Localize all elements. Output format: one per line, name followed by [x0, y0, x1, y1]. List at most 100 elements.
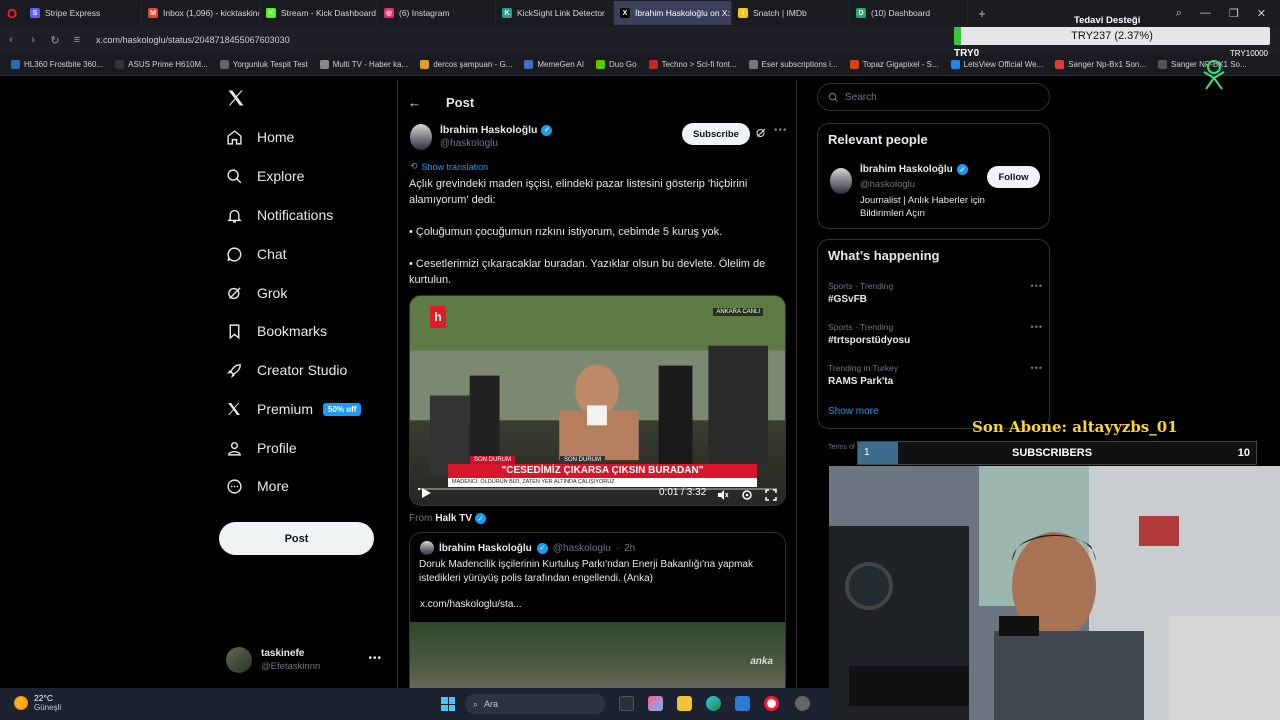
- video-player[interactable]: h ANKARA CANLI SON DURUM SON DURUM "CESE…: [409, 295, 786, 506]
- play-icon[interactable]: [420, 487, 432, 499]
- source-name[interactable]: Halk TV: [435, 513, 472, 524]
- back-icon[interactable]: ‹: [0, 34, 22, 46]
- bookmark-item[interactable]: Yorgunluk Tespit Test: [215, 60, 313, 69]
- bookmark-item[interactable]: Multi TV - Haber ka...: [315, 60, 413, 69]
- nav-more[interactable]: More: [218, 468, 289, 504]
- avatar[interactable]: [830, 168, 852, 194]
- video-source: From Halk TV ✓: [409, 513, 487, 524]
- more-dots-icon[interactable]: •••: [1031, 322, 1043, 332]
- search-box: [817, 83, 1050, 111]
- browser-tab[interactable]: K Stream - Kick Dashboard: [260, 1, 378, 25]
- trend-item[interactable]: Sports · Trending #GSvFB •••: [828, 281, 1043, 305]
- bookmark-item[interactable]: Techno > Sci-fi font...: [644, 60, 742, 69]
- tab-favicon-icon: K: [266, 8, 276, 18]
- nav-chat[interactable]: Chat: [218, 236, 287, 272]
- bookmark-item[interactable]: LetsView Official We...: [946, 60, 1049, 69]
- browser-tab[interactable]: D (10) Dashboard: [850, 1, 968, 25]
- x-logo-icon[interactable]: [226, 88, 246, 108]
- bookmark-item[interactable]: ASUS Prime H610M...: [110, 60, 213, 69]
- quote-link[interactable]: x.com/haskologlu/sta...: [420, 599, 522, 610]
- post-button[interactable]: Post: [219, 522, 374, 555]
- more-dots-icon[interactable]: •••: [368, 653, 382, 664]
- browser-tab[interactable]: M Inbox (1,096) - kicktaskinc: [142, 1, 260, 25]
- bookmark-item[interactable]: Topaz Gigapixel - S...: [845, 60, 944, 69]
- forward-icon[interactable]: ›: [22, 34, 44, 46]
- show-translation-label: Show translation: [421, 161, 489, 172]
- nav-profile[interactable]: Profile: [218, 430, 297, 466]
- file-explorer-icon[interactable]: [677, 696, 692, 711]
- bookmark-favicon-icon: [420, 60, 430, 69]
- person-name[interactable]: İbrahim Haskoloğlu: [860, 164, 953, 175]
- subscribe-button[interactable]: Subscribe: [682, 123, 750, 145]
- bookmark-favicon-icon: [748, 60, 758, 69]
- bookmark-item[interactable]: Eser subscriptions i...: [744, 60, 843, 69]
- video-tag: SON DURUM: [560, 456, 605, 464]
- site-info-icon[interactable]: ≡: [66, 34, 88, 46]
- account-switcher[interactable]: taskinefe @Efetaskinnn •••: [226, 640, 386, 680]
- task-view-icon[interactable]: [619, 696, 634, 711]
- bookmark-favicon-icon: [219, 60, 229, 69]
- post-paragraph: • Çoluğumun çocuğumun rızkını istiyorum,…: [409, 226, 723, 238]
- browser-tab[interactable]: ◎ (6) Instagram: [378, 1, 496, 25]
- video-headline: "CESEDİMİZ ÇIKARSA ÇIKSIN BURADAN": [448, 464, 757, 478]
- bookmark-item[interactable]: Sanger Np-Bx1 Son...: [1050, 60, 1151, 69]
- nav-bookmarks[interactable]: Bookmarks: [218, 313, 327, 349]
- browser-tab[interactable]: X İbrahim Haskoloğlu on X:: [614, 1, 732, 25]
- trend-meta: Sports · Trending: [828, 322, 894, 332]
- follow-button[interactable]: Follow: [987, 166, 1040, 188]
- nav-home[interactable]: Home: [218, 119, 294, 155]
- opera-logo-icon[interactable]: O: [0, 0, 24, 26]
- bookmark-item[interactable]: Duo Go: [591, 60, 642, 69]
- whats-happening-panel: What’s happening Sports · Trending #GSvF…: [817, 239, 1050, 429]
- webcam-image: [829, 466, 1280, 720]
- trend-name: #trtsporstüdyosu: [828, 335, 911, 346]
- opera-icon[interactable]: [764, 696, 779, 711]
- taskbar-search[interactable]: ⌕ Ara: [465, 694, 605, 714]
- x-icon: [218, 397, 252, 421]
- quote-media[interactable]: anka: [410, 622, 785, 692]
- quoted-post[interactable]: İbrahim Haskoloğlu ✓ @haskologlu · 2h Do…: [409, 532, 786, 692]
- more-dots-icon[interactable]: •••: [1031, 363, 1043, 373]
- show-translation-link[interactable]: ⟲ Show translation: [410, 161, 488, 172]
- weather-widget[interactable]: 22°C Güneşli: [14, 693, 61, 712]
- bookmark-item[interactable]: HL360 Frostbite 360...: [6, 60, 108, 69]
- video-lower-third: SON DURUM SON DURUM "CESEDİMİZ ÇIKARSA Ç…: [430, 456, 757, 487]
- back-arrow-icon[interactable]: ←: [408, 95, 432, 110]
- more-dots-icon[interactable]: •••: [1031, 281, 1043, 291]
- grok-explain-icon[interactable]: [755, 127, 767, 139]
- trend-item[interactable]: Trending in Turkey RAMS Park'ta •••: [828, 363, 1043, 387]
- nav-notifications[interactable]: Notifications: [218, 197, 333, 233]
- bookmark-item[interactable]: dercos şampuan - G...: [415, 60, 517, 69]
- app-icon[interactable]: [795, 696, 810, 711]
- show-more-link[interactable]: Show more: [828, 406, 879, 417]
- author-avatar[interactable]: [410, 124, 432, 150]
- trend-item[interactable]: Sports · Trending #trtsporstüdyosu •••: [828, 322, 1043, 346]
- author-name[interactable]: İbrahim Haskoloğlu: [440, 124, 537, 136]
- fullscreen-icon[interactable]: [765, 488, 777, 501]
- nav-premium[interactable]: Premium 50% off: [218, 391, 362, 427]
- windows-start-icon[interactable]: [441, 697, 455, 711]
- trend-meta: Sports · Trending: [828, 281, 894, 291]
- browser-tab[interactable]: K KickSight Link Detector: [496, 1, 614, 25]
- video-live-tag: ANKARA CANLI: [713, 308, 763, 316]
- more-dots-icon[interactable]: •••: [774, 125, 788, 136]
- mute-icon[interactable]: [717, 488, 729, 500]
- verified-badge-icon: ✓: [475, 513, 487, 524]
- bookmark-label: Duo Go: [609, 60, 637, 69]
- account-handle: @Efetaskinnn: [261, 661, 321, 672]
- nav-explore[interactable]: Explore: [218, 158, 304, 194]
- search-input[interactable]: [845, 91, 1035, 103]
- browser-tab[interactable]: S Stripe Express: [24, 1, 142, 25]
- author-handle[interactable]: @haskologlu: [440, 138, 498, 149]
- nav-creator-studio[interactable]: Creator Studio: [218, 352, 347, 388]
- bookmark-item[interactable]: MemeGen AI: [519, 60, 589, 69]
- settings-gear-icon[interactable]: [741, 488, 753, 500]
- browser-tab[interactable]: i Snatch | IMDb: [732, 1, 850, 25]
- reload-icon[interactable]: ↻: [44, 34, 66, 47]
- edge-icon[interactable]: [706, 696, 721, 711]
- post-header: ← Post: [398, 86, 796, 118]
- copilot-icon[interactable]: [648, 696, 663, 711]
- nav-grok[interactable]: Grok: [218, 275, 287, 311]
- store-icon[interactable]: [735, 696, 750, 711]
- url-field[interactable]: x.com/haskologlu/status/2048718455067603…: [96, 35, 290, 45]
